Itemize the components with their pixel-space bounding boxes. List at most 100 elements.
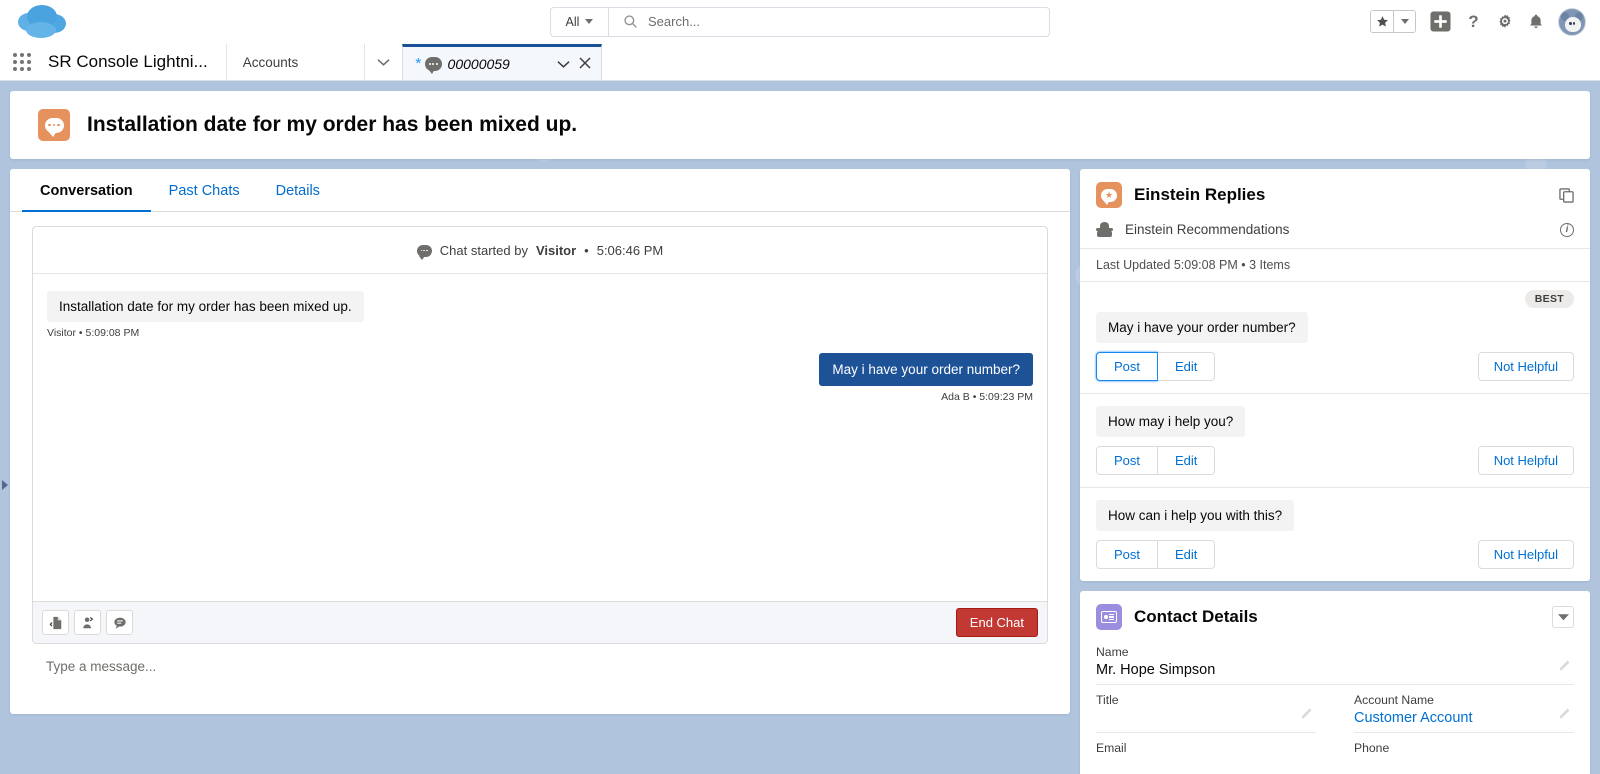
message-text: May i have your order number? [819,353,1033,386]
tab-label: Conversation [40,183,133,199]
tab-conversation[interactable]: Conversation [22,169,151,212]
app-launcher-button[interactable] [0,44,44,80]
search-input[interactable] [648,14,1049,29]
search-scope-label: All [565,14,580,29]
status-badge: BEST [1524,290,1574,308]
edit-button[interactable]: Edit [1158,540,1216,569]
page-title: Installation date for my order has been … [87,113,578,136]
einstein-recommendations-row: Einstein Recommendations i [1080,219,1590,248]
field-email: Email [1096,733,1316,774]
account-name-link[interactable]: Customer Account [1354,710,1574,726]
einstein-replies-icon: ★ [1096,182,1122,208]
message-composer[interactable] [32,644,1048,714]
chat-started-banner: Chat started by Visitor • 5:06:46 PM [33,227,1047,274]
tab-details[interactable]: Details [258,169,338,212]
end-chat-button[interactable]: End Chat [955,608,1038,637]
workspace-tab-bar: SR Console Lightni... Accounts * 0000005… [0,44,1600,81]
search-scope-selector[interactable]: All [551,7,609,36]
workspace-tab-case[interactable]: * 00000059 [401,44,602,80]
post-button[interactable]: Post [1096,352,1159,381]
conversation-tabs: Conversation Past Chats Details [10,169,1070,212]
einstein-reply-actions: Post Edit Not Helpful [1096,446,1574,475]
contact-panel-title: Contact Details [1134,607,1258,626]
einstein-last-updated: Last Updated 5:09:08 PM • 3 Items [1080,248,1590,281]
einstein-reply-text: How can i help you with this? [1096,500,1295,531]
transfer-file-icon[interactable] [42,610,69,635]
case-header: Installation date for my order has been … [10,91,1590,159]
field-label: Title [1096,693,1119,707]
field-title: Title [1096,685,1316,733]
bell-icon[interactable] [1528,13,1544,31]
einstein-reply-actions: Post Edit Not Helpful [1096,352,1574,381]
chat-bubble-icon [416,244,432,260]
einstein-reply-actions: Post Edit Not Helpful [1096,540,1574,569]
einstein-reply-item: BEST May i have your order number? Post … [1080,281,1590,393]
close-icon [579,56,591,69]
chat-bubble-icon [424,56,442,74]
question-mark-icon[interactable]: ? [1465,12,1482,31]
edit-button[interactable]: Edit [1158,352,1216,381]
chat-message-visitor: Installation date for my order has been … [47,291,1033,339]
einstein-reply-item: How can i help you with this? Post Edit … [1080,487,1590,581]
chat-area: Chat started by Visitor • 5:06:46 PM Ins… [10,212,1070,714]
einstein-reply-item: How may i help you? Post Edit Not Helpfu… [1080,393,1590,487]
chevron-down-icon [557,60,570,68]
favorites-chevron-down-icon[interactable] [1393,11,1415,32]
edit-pencil-icon[interactable] [1559,658,1572,676]
search-icon [623,14,638,29]
conversation-card: Conversation Past Chats Details Chat sta… [10,169,1070,714]
edit-button[interactable]: Edit [1158,446,1216,475]
field-phone: Phone [1354,733,1574,774]
salesforce-cloud-logo[interactable] [14,2,70,42]
workspace-tab-accounts[interactable]: Accounts [225,44,364,80]
post-button[interactable]: Post [1096,446,1159,475]
message-meta: Ada B • 5:09:23 PM [941,391,1033,403]
transfer-agent-icon[interactable] [74,610,101,635]
chevron-down-icon [1557,614,1569,621]
post-button[interactable]: Post [1096,540,1159,569]
contact-details-panel: Contact Details Name Mr. Hope Simpson Ti… [1080,591,1590,774]
info-icon[interactable]: i [1560,222,1574,237]
not-helpful-button[interactable]: Not Helpful [1477,540,1574,569]
header-actions: ? [1370,7,1586,36]
edit-pencil-icon[interactable] [1559,706,1572,724]
global-header: All ? [0,0,1600,44]
quick-text-icon[interactable] [106,610,133,635]
workspace-tab-label: Accounts [242,54,299,70]
chevron-down-icon [377,58,390,66]
duplicate-icon[interactable] [1559,187,1574,203]
tab-overflow-button[interactable] [363,44,402,80]
field-value: Mr. Hope Simpson [1096,662,1216,678]
avatar[interactable] [1558,7,1586,36]
field-label: Account Name [1354,693,1434,707]
chat-started-time: 5:06:46 PM [596,243,664,258]
field-label: Name [1096,645,1129,659]
einstein-head-icon [1096,222,1113,237]
sidebar-collapse-handle[interactable] [0,474,9,496]
message-input[interactable] [46,659,1034,674]
global-search[interactable]: All [550,6,1050,37]
chat-case-icon [38,109,70,141]
star-icon[interactable] [1371,11,1393,32]
einstein-replies-panel: ★ Einstein Replies Einstein Recommendati… [1080,169,1590,581]
tab-label: Past Chats [168,183,240,199]
einstein-reply-text: How may i help you? [1096,406,1246,437]
chat-toolbar: End Chat [33,601,1047,643]
not-helpful-button[interactable]: Not Helpful [1477,446,1574,475]
chat-started-separator: • [584,243,589,258]
tab-past-chats[interactable]: Past Chats [151,169,258,212]
einstein-panel-header: ★ Einstein Replies [1080,169,1590,219]
chat-box: Chat started by Visitor • 5:06:46 PM Ins… [32,226,1048,644]
contact-panel-collapse-button[interactable] [1552,606,1574,628]
right-sidebar: ★ Einstein Replies Einstein Recommendati… [1080,169,1590,774]
plus-icon[interactable] [1430,11,1451,32]
app-name[interactable]: SR Console Lightni... [44,44,226,80]
edit-pencil-icon[interactable] [1301,706,1314,724]
svg-text:?: ? [1468,12,1478,31]
tab-close-button[interactable] [579,56,591,72]
field-account-name: Account Name Customer Account [1354,685,1574,733]
favorites-group[interactable] [1370,10,1416,33]
tab-menu-button[interactable] [557,56,570,72]
not-helpful-button[interactable]: Not Helpful [1477,352,1574,381]
gear-icon[interactable] [1496,13,1514,31]
